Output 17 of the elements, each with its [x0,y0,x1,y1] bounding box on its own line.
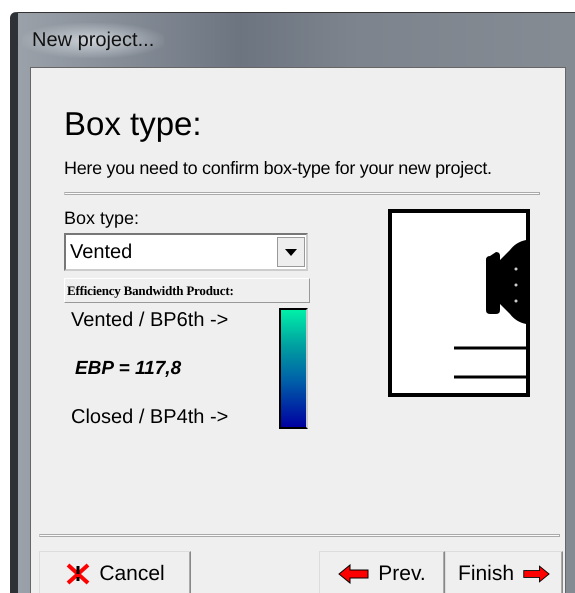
cancel-button[interactable]: Cancel [39,551,191,593]
dropdown-button[interactable] [277,237,305,267]
window-title: New project... [22,22,164,58]
scale-label: Vented / BP6th -> [71,308,230,332]
field-label: Box type: [64,207,140,229]
description-text: Here you need to confirm box-type for your new project. [64,157,493,180]
arrow-right-icon [522,564,550,584]
scale-label: Closed / BP4th -> [71,405,230,429]
prev-button[interactable]: Prev. [319,551,445,593]
section-header: Efficiency Bandwidth Product: [64,278,310,303]
page-heading: Box type: [64,104,203,144]
arrow-left-icon [338,564,370,584]
caret-icon [285,248,297,256]
cross-icon [65,562,92,584]
box-type-dropdown[interactable]: Vented [64,233,308,271]
finish-button[interactable]: Finish [445,551,563,593]
ebp-value: EBP = 117,8 [74,358,182,380]
